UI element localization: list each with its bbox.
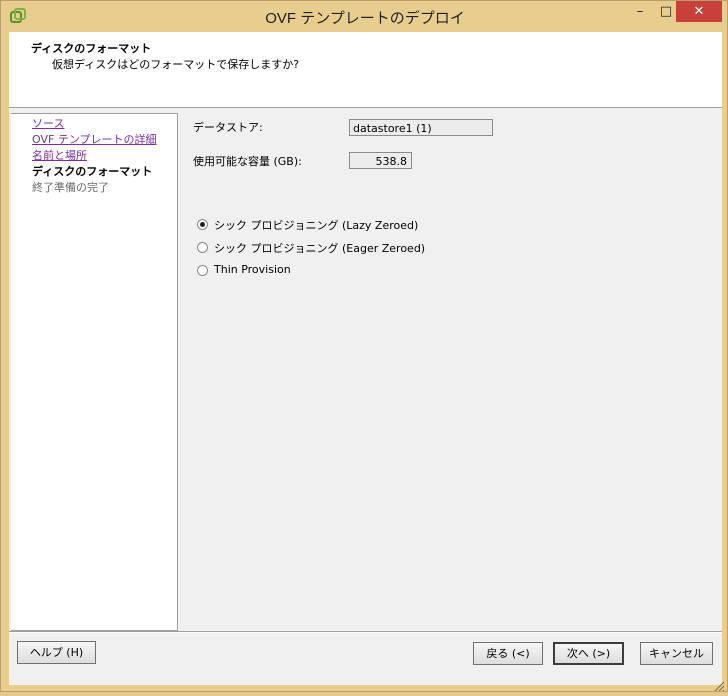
option-label: シック プロビジョニング (Eager Zeroed) xyxy=(214,242,426,255)
window-title: OVF テンプレートのデプロイ xyxy=(265,10,465,27)
datastore-label: データストア: xyxy=(193,121,263,134)
wizard-header: ディスクのフォーマット 仮想ディスクはどのフォーマットで保存しますか? xyxy=(9,32,722,108)
footer-divider xyxy=(9,631,722,633)
radio-thick-eager-zeroed[interactable] xyxy=(197,242,208,253)
nav-step-source[interactable]: ソース xyxy=(32,115,64,131)
radio-thick-lazy-zeroed[interactable] xyxy=(197,219,208,230)
nav-step-ready-to-complete: 終了準備の完了 xyxy=(32,181,109,194)
back-button[interactable]: 戻る (<) xyxy=(473,642,543,665)
wizard-steps-nav: ソース OVF テンプレートの詳細 名前と場所 ディスクのフォーマット 終了準備… xyxy=(11,113,178,631)
page-title: ディスクのフォーマット xyxy=(31,42,152,55)
minimize-button[interactable]: – xyxy=(627,1,653,22)
dialog-client: ディスクのフォーマット 仮想ディスクはどのフォーマットで保存しますか? ソース … xyxy=(9,32,722,685)
cancel-button[interactable]: キャンセル xyxy=(640,642,713,665)
resize-grip-icon[interactable] xyxy=(713,677,725,692)
close-button[interactable]: ✕ xyxy=(676,1,722,22)
help-button[interactable]: ヘルプ (H) xyxy=(17,641,96,664)
option-label: シック プロビジョニング (Lazy Zeroed) xyxy=(214,219,419,232)
title-bar[interactable]: OVF テンプレートのデプロイ – □ ✕ xyxy=(1,1,728,31)
nav-step-disk-format: ディスクのフォーマット xyxy=(32,165,153,178)
nav-step-ovf-details[interactable]: OVF テンプレートの詳細 xyxy=(32,131,156,147)
capacity-field: 538.8 xyxy=(349,152,412,169)
datastore-field: datastore1 (1) xyxy=(349,119,493,136)
dialog-window: OVF テンプレートのデプロイ – □ ✕ ディスクのフォーマット 仮想ディスク… xyxy=(0,0,728,692)
capacity-label: 使用可能な容量 (GB): xyxy=(193,155,302,168)
option-label: Thin Provision xyxy=(214,263,291,276)
page-subtitle: 仮想ディスクはどのフォーマットで保存しますか? xyxy=(52,58,300,71)
next-button[interactable]: 次へ (>) xyxy=(553,642,624,665)
radio-thin-provision[interactable] xyxy=(197,265,208,276)
nav-step-name-location[interactable]: 名前と場所 xyxy=(32,147,87,163)
